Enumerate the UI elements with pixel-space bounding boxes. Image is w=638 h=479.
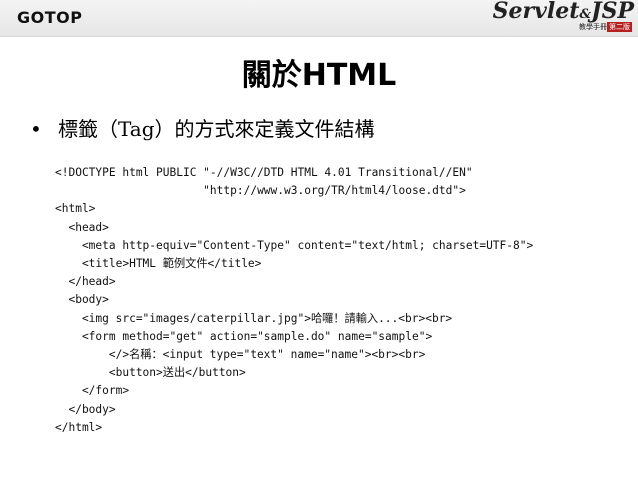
- code-line: <form method="get" action="sample.do" na…: [55, 329, 433, 343]
- code-line: </body>: [55, 402, 116, 416]
- brand-wordmark: Servlet&JSP: [493, 0, 634, 24]
- bullet-item: • 標籤（Tag）的方式來定義文件結構: [30, 113, 375, 142]
- code-line: <button>送出</button>: [55, 366, 246, 380]
- brand-edition-badge: 第二版: [607, 22, 632, 32]
- code-line: "http://www.w3.org/TR/html4/loose.dtd">: [55, 184, 466, 198]
- bullet-marker: •: [30, 117, 42, 141]
- bullet-text: 標籤（Tag）的方式來定義文件結構: [58, 117, 375, 141]
- code-line: <html>: [55, 202, 96, 216]
- code-line: </>名稱：<input type="text" name="name"><br…: [55, 348, 426, 362]
- slide-title: 關於HTML: [241, 58, 397, 93]
- top-banner: GOTOP Servlet&JSP 教學手冊 第二版: [0, 0, 638, 37]
- code-line: <img src="images/caterpillar.jpg">哈囉！請輸入…: [55, 311, 453, 325]
- brand-subtitle: 教學手冊: [579, 23, 607, 31]
- code-line: <!DOCTYPE html PUBLIC "-//W3C//DTD HTML …: [55, 166, 473, 179]
- code-line: </head>: [55, 275, 116, 289]
- code-line: <body>: [55, 293, 109, 307]
- code-line: <meta http-equiv="Content-Type" content=…: [55, 238, 534, 252]
- code-line: </html>: [55, 420, 103, 434]
- servlet-jsp-brand-logo: Servlet&JSP 教學手冊 第二版: [493, 0, 634, 36]
- code-line: </form>: [55, 384, 130, 398]
- brand-jsp: JSP: [591, 0, 634, 24]
- brand-servlet: Servlet: [492, 0, 580, 24]
- gotop-logo: GOTOP: [17, 8, 83, 27]
- code-line: <head>: [55, 220, 109, 234]
- brand-amp: &: [579, 7, 592, 22]
- code-block: <!DOCTYPE html PUBLIC "-//W3C//DTD HTML …: [55, 164, 533, 437]
- code-line: <title>HTML 範例文件</title>: [55, 257, 262, 271]
